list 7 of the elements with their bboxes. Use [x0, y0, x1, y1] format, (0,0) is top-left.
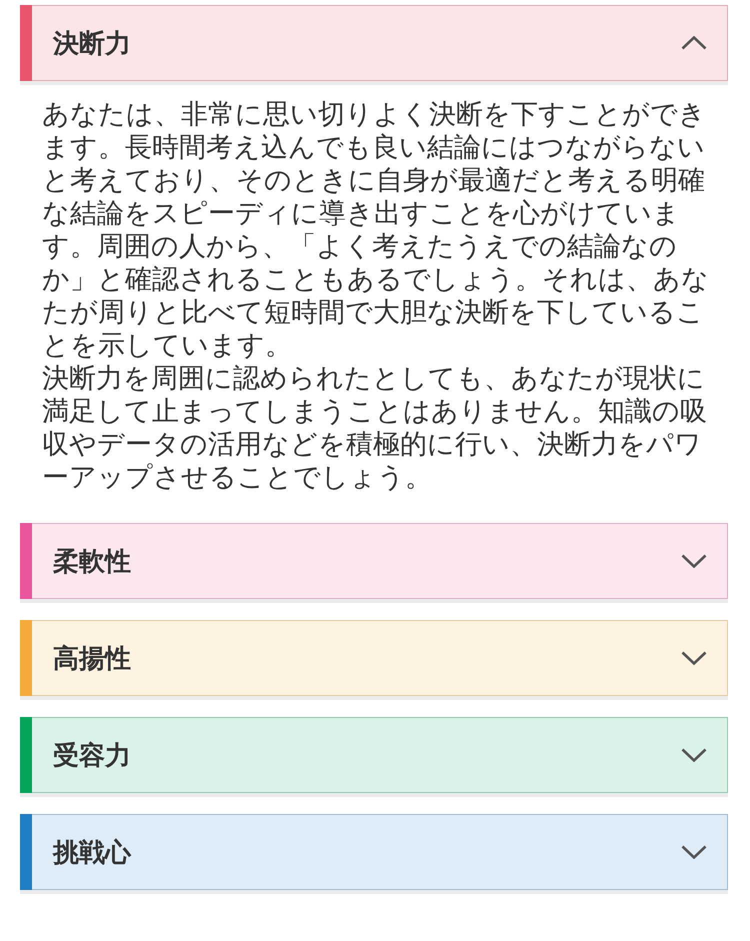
- chevron-down-icon: [681, 748, 707, 762]
- chevron-down-icon: [681, 554, 707, 568]
- chevron-up-icon: [681, 36, 707, 50]
- description-paragraph: 決断力を周囲に認められたとしても、あなたが現状に満足して止まってしまうことはありません。知識の吸収やデータの活用などを積極的に行い、決断力をパワーアップさせることでしょう。: [42, 362, 708, 494]
- chevron-down-icon: [681, 845, 707, 859]
- chevron-down-icon: [681, 651, 707, 665]
- description-paragraph: あなたは、非常に思い切りよく決断を下すことができます。長時間考え込んでも良い結論にはつながらないと考えており、そのときに自身が最適だと考える明確な結論をスピーディに導き出すことを心がけています。周囲の人から、「よく考えたうえでの結論なのか」と確認されることもあるでしょう。それは、あなたが周りと比べて短時間で大胆な決断を下していることを示しています。: [42, 98, 710, 362]
